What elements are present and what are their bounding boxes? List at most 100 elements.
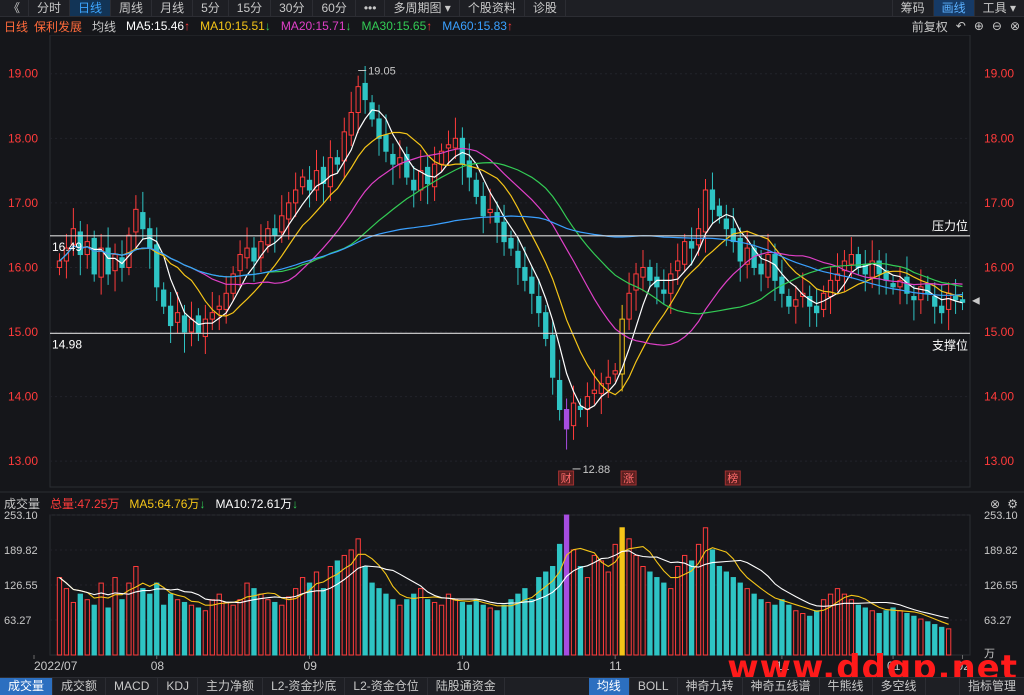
toolbar-item[interactable]: ••• [356,0,386,16]
price-tick-label-right: 15.00 [984,325,1014,339]
toolbar-item[interactable]: 日线 [70,0,112,16]
candle-body [140,212,146,230]
indicator-tab[interactable]: 多空线 [873,678,926,695]
volume-bar [299,577,306,656]
indicator-tab[interactable]: L2-资金仓位 [345,678,428,695]
candle-body [890,283,896,288]
x-tick-label: 09 [304,659,318,673]
indicator-tab[interactable]: 成交量 [0,678,54,695]
volume-bar [174,599,181,656]
toolbar-item[interactable]: 月线 [152,0,194,16]
volume-bar [661,582,667,656]
indicator-tab[interactable]: 陆股通资金 [428,678,505,695]
pressure-value-label: 16.49 [52,240,82,254]
indicator-tab[interactable]: 主力净额 [198,678,264,695]
candle-body [216,305,222,310]
candle-body [675,260,681,272]
candle-body [709,189,716,210]
indicator-tab[interactable]: 成交额 [53,678,107,695]
indicator-manage-button[interactable]: 指标管理 [958,678,1024,695]
volume-bar [640,565,646,656]
candle-body [411,179,417,191]
indicator-tab[interactable]: KDJ [158,678,199,695]
candle-body [293,189,299,204]
candle-body [480,195,486,217]
volume-bar [702,527,709,656]
volume-bar [848,599,855,656]
volume-tick-label-right: 126.55 [984,580,1018,592]
toolbar-right-item[interactable]: 画线 [932,0,974,16]
volume-bar [404,599,410,656]
indicator-tab[interactable]: L2-资金抄底 [263,678,346,695]
candle-body [556,379,563,411]
candle-body [501,221,507,243]
volume-bar [688,560,695,656]
volume-bar [154,582,160,656]
indicator-tab[interactable]: MACD [106,678,159,695]
rights-toggle[interactable]: 前复权 [912,18,948,35]
candle-body [383,134,389,152]
volume-bar [723,571,729,656]
volume-total: 总量:47.25万 [50,496,120,511]
indicator-tab[interactable]: 牛熊线 [820,678,873,695]
candle-body [515,250,521,268]
candle-body [619,318,625,375]
price-panel-frame [49,35,971,488]
volume-bar [529,599,535,656]
volume-bar [827,593,834,656]
low-label: 12.88 [583,464,611,476]
indicator-tab[interactable]: 神奇五线谱 [743,678,820,695]
indicator-tab[interactable]: 神奇九转 [678,678,743,695]
candle-body [536,296,542,314]
undo-icon[interactable]: ↶ [956,19,966,33]
volume-bar [376,588,382,656]
candle-body [612,370,618,375]
volume-bar [77,593,83,656]
ma-label[interactable]: 均线 [92,18,116,35]
volume-settings-icon[interactable]: ⚙ [1007,497,1018,511]
volume-bar [820,599,827,656]
toolbar-item[interactable]: 分时 [29,0,71,16]
volume-tick-label-left: 63.27 [4,615,32,627]
volume-bar [487,607,493,656]
toolbar-item[interactable]: 个股资料 [460,0,525,16]
close-icon[interactable]: ⊗ [1010,19,1020,33]
volume-bar [369,582,375,656]
ma-info-bar: 日线 保利发展 均线 MA5:15.46↑ MA10:15.51↓ MA20:1… [0,17,1024,35]
candle-body [522,266,528,281]
price-tick-label-right: 13.00 [984,454,1014,468]
toolbar-right-item[interactable]: 工具 ▾ [973,0,1024,16]
toolbar-item[interactable]: 5分 [193,0,229,16]
volume-bar [522,588,528,656]
volume-bar [438,604,445,656]
toolbar-item[interactable]: 诊股 [525,0,566,16]
volume-bar [244,582,250,656]
toolbar-item[interactable]: 《 [0,0,30,16]
volume-ma10: MA10:72.61万↓ [215,496,299,511]
kline-chart[interactable]: 19.00 19.00 18.00 18.00 17.00 17.00 16.00 16.00… [0,35,1024,675]
candle-body [181,315,188,333]
toolbar-item[interactable]: 周线 [111,0,153,16]
toolbar-item[interactable]: 多周期图 ▾ [385,0,460,16]
toolbar-item[interactable]: 60分 [313,0,356,16]
price-tick-label-left: 16.00 [8,260,38,274]
toolbar-right-item[interactable]: 筹码 [891,0,933,16]
candle-body [209,312,215,320]
volume-bar [418,588,424,656]
volume-bar [181,601,188,656]
volume-close-icon[interactable]: ⊗ [990,497,1000,511]
volume-bar [647,571,653,656]
zoom-in-icon[interactable]: ⊕ [974,19,984,33]
zoom-out-icon[interactable]: ⊖ [992,19,1002,33]
candle-body [334,157,340,165]
volume-bar [598,560,604,656]
volume-bar [56,577,63,656]
indicator-tab[interactable]: 均线 [588,678,630,695]
indicator-tab[interactable]: BOLL [630,678,678,695]
price-tick-label-right: 18.00 [984,131,1014,145]
volume-tick-label-right: 63.27 [984,615,1012,627]
toolbar-item[interactable]: 15分 [229,0,272,16]
toolbar-item[interactable]: 30分 [271,0,314,16]
volume-bar [188,604,195,656]
volume-bar [112,577,118,656]
